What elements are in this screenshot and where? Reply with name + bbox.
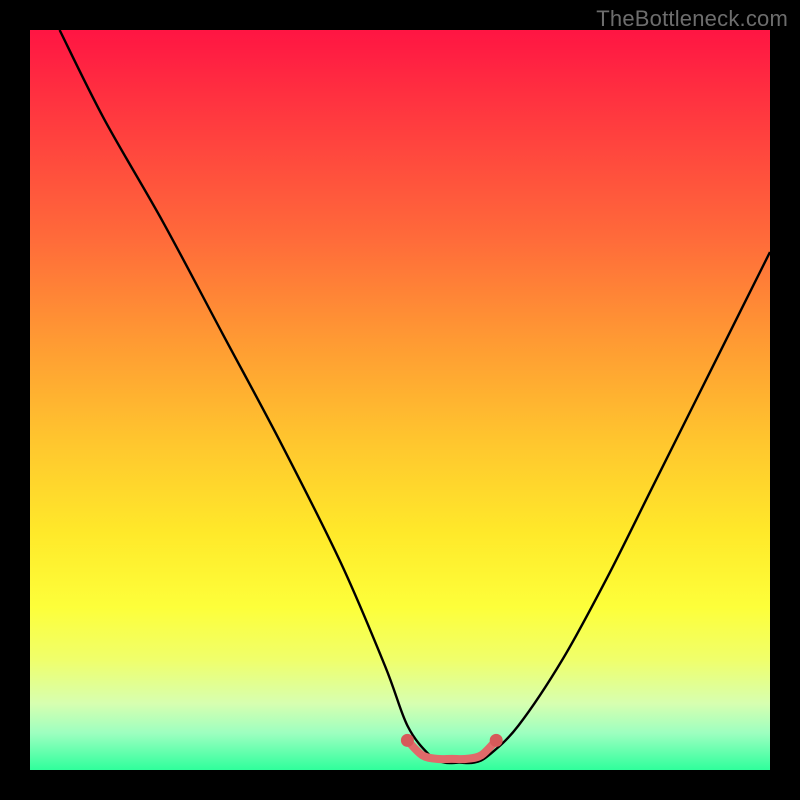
- bottleneck-curve: [60, 30, 770, 763]
- chart-frame: TheBottleneck.com: [0, 0, 800, 800]
- plot-area: [30, 30, 770, 770]
- valley-highlight-line: [407, 740, 496, 759]
- plot-svg: [30, 30, 770, 770]
- valley-marker: [490, 734, 503, 747]
- valley-marker: [401, 734, 414, 747]
- watermark-text: TheBottleneck.com: [596, 6, 788, 32]
